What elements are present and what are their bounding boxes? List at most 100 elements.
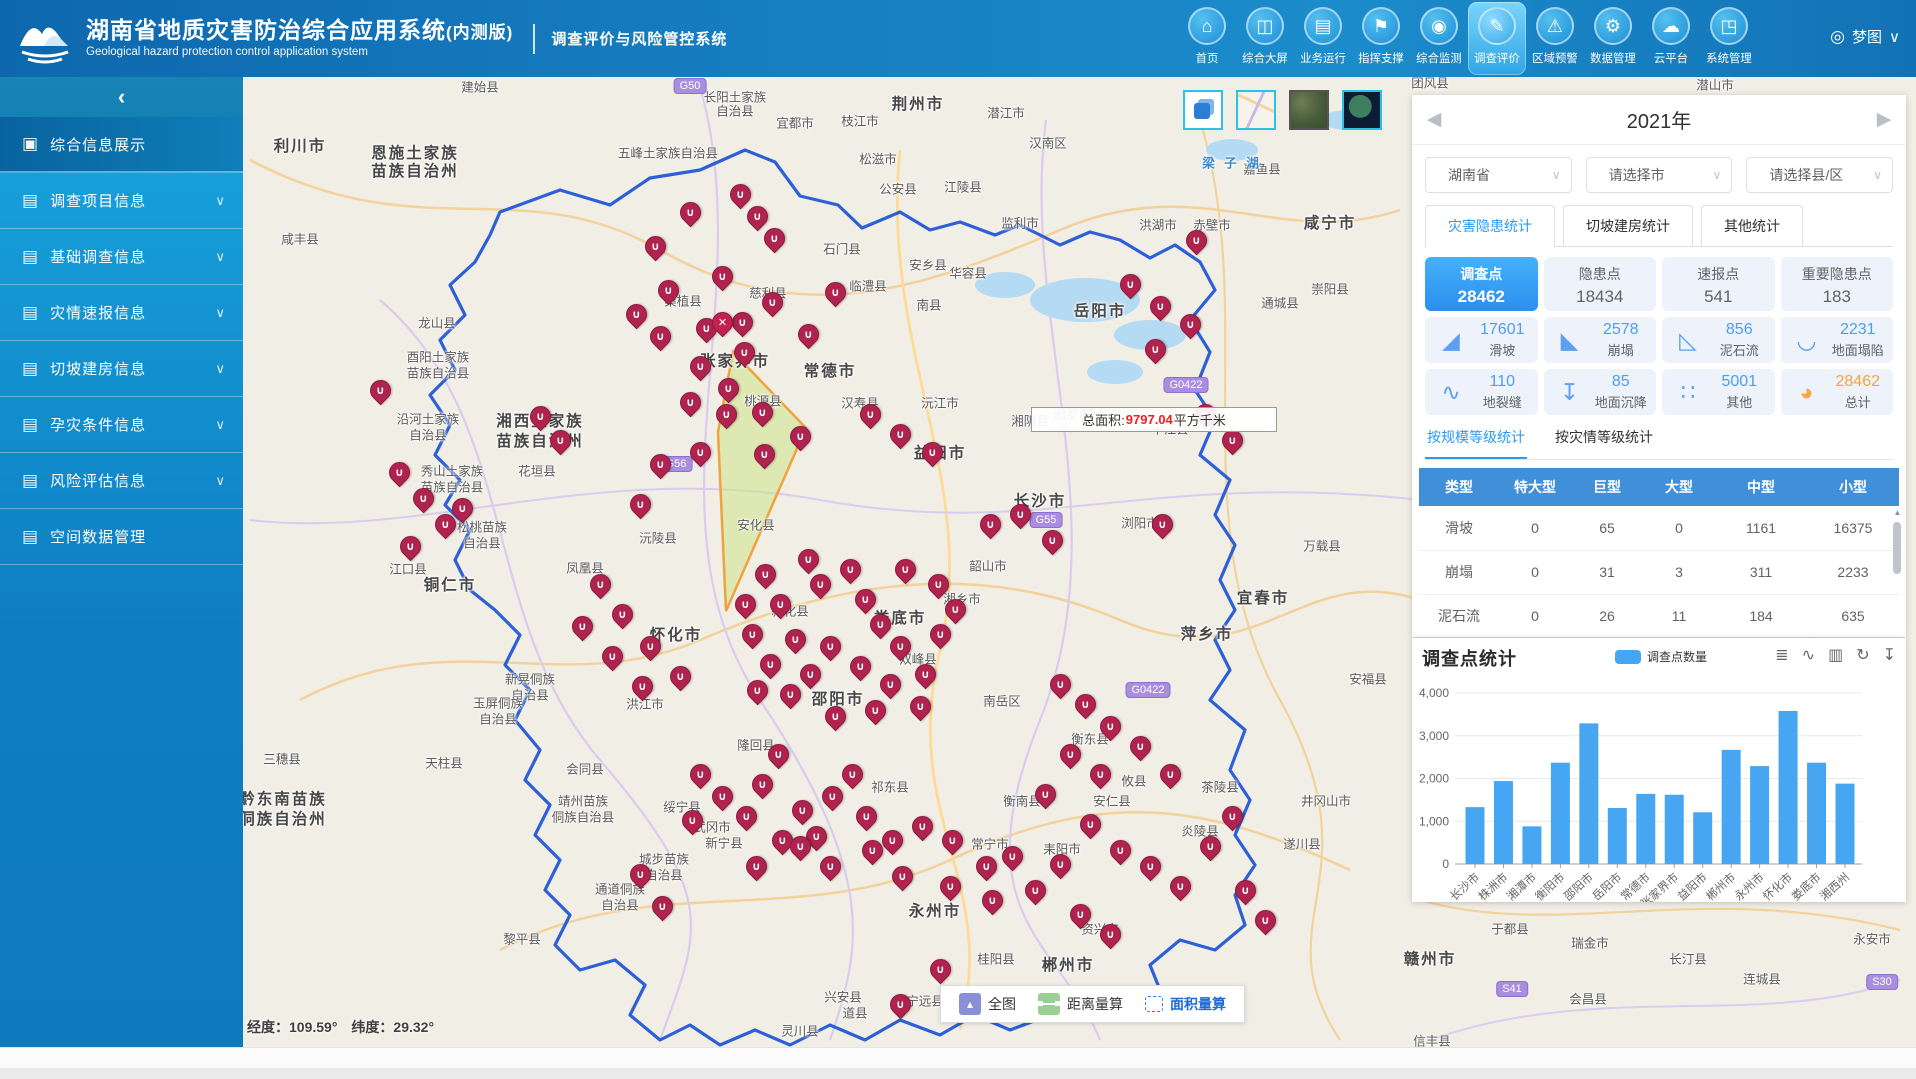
bar-永州市[interactable]: [1750, 766, 1769, 864]
nav-item-数据管理[interactable]: ⚙数据管理: [1584, 2, 1642, 75]
globe-basemap-button[interactable]: [1342, 90, 1382, 130]
scrollbar-thumb[interactable]: [1893, 522, 1901, 574]
stat-card-崩塌[interactable]: ◣2578崩塌: [1544, 317, 1657, 363]
nav-item-综合大屏[interactable]: ◫综合大屏: [1236, 2, 1294, 75]
hazard-marker-glyph: ∪: [916, 665, 935, 684]
stat-label: 隐患点: [1544, 264, 1657, 284]
bar-湘潭市[interactable]: [1522, 826, 1541, 864]
download-icon[interactable]: ↧: [1883, 645, 1896, 665]
bar-岳阳市[interactable]: [1608, 808, 1627, 864]
stat-label: 总计: [1823, 392, 1894, 411]
stat-card-泥石流[interactable]: ◺856泥石流: [1662, 317, 1775, 363]
chevron-down-icon: ∨: [1713, 168, 1722, 182]
col-header-巨型: 巨型: [1571, 468, 1643, 506]
stat-card-滑坡[interactable]: ◢17601滑坡: [1425, 317, 1538, 363]
bar-衡阳市[interactable]: [1551, 763, 1570, 864]
stat-card-隐患点[interactable]: 隐患点18434: [1544, 257, 1657, 311]
distance-measure-button[interactable]: 距离量算: [1038, 993, 1123, 1015]
hazard-marker-glyph: ∪: [627, 305, 646, 324]
user-menu[interactable]: ◎ 梦图 ∨: [1830, 26, 1900, 47]
bar-张家界市[interactable]: [1665, 795, 1684, 864]
hazard-marker-glyph: ∪: [891, 425, 910, 444]
data-view-icon[interactable]: ≣: [1775, 645, 1788, 665]
subtab-按灾情等级统计[interactable]: 按灾情等级统计: [1553, 427, 1655, 459]
bar-邵阳市[interactable]: [1579, 723, 1598, 864]
hazard-marker-glyph: ∪: [551, 431, 570, 450]
bar-郴州市[interactable]: [1722, 750, 1741, 864]
tab-灾害隐患统计[interactable]: 灾害隐患统计: [1425, 205, 1555, 246]
county-select[interactable]: 请选择县/区∨: [1746, 157, 1893, 193]
stat-card-重要隐患点[interactable]: 重要隐患点183: [1781, 257, 1894, 311]
sidebar-item-切坡建房信息[interactable]: ▤切坡建房信息∨: [0, 341, 243, 397]
scroll-up-icon[interactable]: ▲: [1891, 508, 1904, 520]
svg-text:郴州市: 郴州市: [1703, 870, 1738, 902]
full-extent-button[interactable]: ▴ 全图: [959, 993, 1016, 1015]
bar-常德市[interactable]: [1636, 794, 1655, 864]
subtab-按规模等级统计[interactable]: 按规模等级统计: [1425, 427, 1527, 459]
sidebar-item-风险评估信息[interactable]: ▤风险评估信息∨: [0, 453, 243, 509]
nav-item-业务运行[interactable]: ▤业务运行: [1294, 2, 1352, 75]
refresh-icon[interactable]: ↻: [1856, 645, 1869, 665]
hazard-marker-glyph: ∪: [821, 637, 840, 656]
table-cell: 16375: [1807, 506, 1899, 550]
province-select[interactable]: 湖南省∨: [1425, 157, 1572, 193]
eye-icon: ◎: [1830, 27, 1845, 47]
grade-table: 类型特大型巨型大型中型小型滑坡0650116116375崩塌0313311223…: [1419, 468, 1899, 637]
stat-card-地面沉降[interactable]: ↧85地面沉降: [1544, 369, 1657, 415]
sidebar-item-空间数据管理[interactable]: ▤空间数据管理: [0, 509, 243, 565]
layers-toggle-button[interactable]: [1183, 90, 1223, 130]
tab-其他统计[interactable]: 其他统计: [1701, 205, 1803, 246]
cursor-coordinates: 经度：109.59° 纬度：29.32°: [247, 1017, 434, 1037]
hazard-marker-glyph: ∪: [1161, 765, 1180, 784]
hscrollbar-strip[interactable]: [0, 1047, 1916, 1068]
nav-item-系统管理[interactable]: ◳系统管理: [1700, 2, 1758, 75]
nav-item-区域预警[interactable]: ⚠区域预警: [1526, 2, 1584, 75]
line-chart-icon[interactable]: ∿: [1802, 645, 1815, 665]
hazard-marker-glyph: ∪: [736, 595, 755, 614]
vector-basemap-button[interactable]: [1236, 90, 1276, 130]
satellite-basemap-button[interactable]: [1289, 90, 1329, 130]
bar-株洲市[interactable]: [1494, 781, 1513, 864]
table-cell: 0: [1499, 506, 1571, 550]
sidebar-item-孕灾条件信息[interactable]: ▤孕灾条件信息∨: [0, 397, 243, 453]
hazard-marker-glyph: ∪: [931, 960, 950, 979]
sidebar-collapse-button[interactable]: ‹: [0, 77, 243, 117]
bar-益阳市[interactable]: [1693, 812, 1712, 864]
stat-card-总计[interactable]: ◕28462总计: [1781, 369, 1894, 415]
bar-怀化市[interactable]: [1779, 711, 1798, 864]
sidebar-item-综合信息展示[interactable]: ▣综合信息展示: [0, 117, 243, 173]
bar-长沙市[interactable]: [1466, 807, 1485, 864]
nav-item-指挥支撑[interactable]: ⚑指挥支撑: [1352, 2, 1410, 75]
year-label: 2021年: [1456, 105, 1862, 134]
prev-year-button[interactable]: ◀: [1412, 108, 1456, 131]
nav-item-云平台[interactable]: ☁云平台: [1642, 2, 1700, 75]
stat-card-地面塌陷[interactable]: ◡2231地面塌陷: [1781, 317, 1894, 363]
stat-card-调查点[interactable]: 调查点28462: [1425, 257, 1538, 311]
chart-legend[interactable]: 调查点数量: [1615, 648, 1707, 665]
hazard-marker-glyph: ∪: [841, 560, 860, 579]
area-measure-button[interactable]: 面积量算: [1145, 994, 1226, 1014]
next-year-button[interactable]: ▶: [1862, 108, 1906, 131]
sidebar-item-调查项目信息[interactable]: ▤调查项目信息∨: [0, 173, 243, 229]
stat-card-速报点[interactable]: 速报点541: [1662, 257, 1775, 311]
stat-card-其他[interactable]: ∷5001其他: [1662, 369, 1775, 415]
city-select[interactable]: 请选择市∨: [1586, 157, 1733, 193]
chart-panel: 调查点统计 调查点数量 ≣∿▥↻↧ 01,0002,0003,0004,000长…: [1412, 638, 1906, 902]
nav-item-label: 云平台: [1643, 49, 1698, 65]
nav-item-调查评价[interactable]: ✎调查评价: [1468, 2, 1526, 75]
sidebar-item-基础调查信息[interactable]: ▤基础调查信息∨: [0, 229, 243, 285]
nav-item-综合监测[interactable]: ◉综合监测: [1410, 2, 1468, 75]
chart-title: 调查点统计: [1422, 645, 1517, 671]
stat-label: 崩塌: [1586, 340, 1657, 359]
hazard-marker-glyph: ∪: [911, 697, 930, 716]
hazard-marker-glyph: ∪: [1011, 505, 1030, 524]
nav-item-首页[interactable]: ⌂首页: [1178, 2, 1236, 75]
bar-娄底市[interactable]: [1807, 763, 1826, 864]
table-scrollbar[interactable]: ▲ ▼: [1891, 508, 1904, 637]
sidebar-item-灾情速报信息[interactable]: ▤灾情速报信息∨: [0, 285, 243, 341]
tab-切坡建房统计[interactable]: 切坡建房统计: [1563, 205, 1693, 246]
hazard-marker-glyph: ∪: [671, 667, 690, 686]
bar-chart-icon[interactable]: ▥: [1828, 645, 1843, 665]
stat-card-地裂缝[interactable]: ∿110地裂缝: [1425, 369, 1538, 415]
bar-湘西州[interactable]: [1836, 784, 1855, 864]
